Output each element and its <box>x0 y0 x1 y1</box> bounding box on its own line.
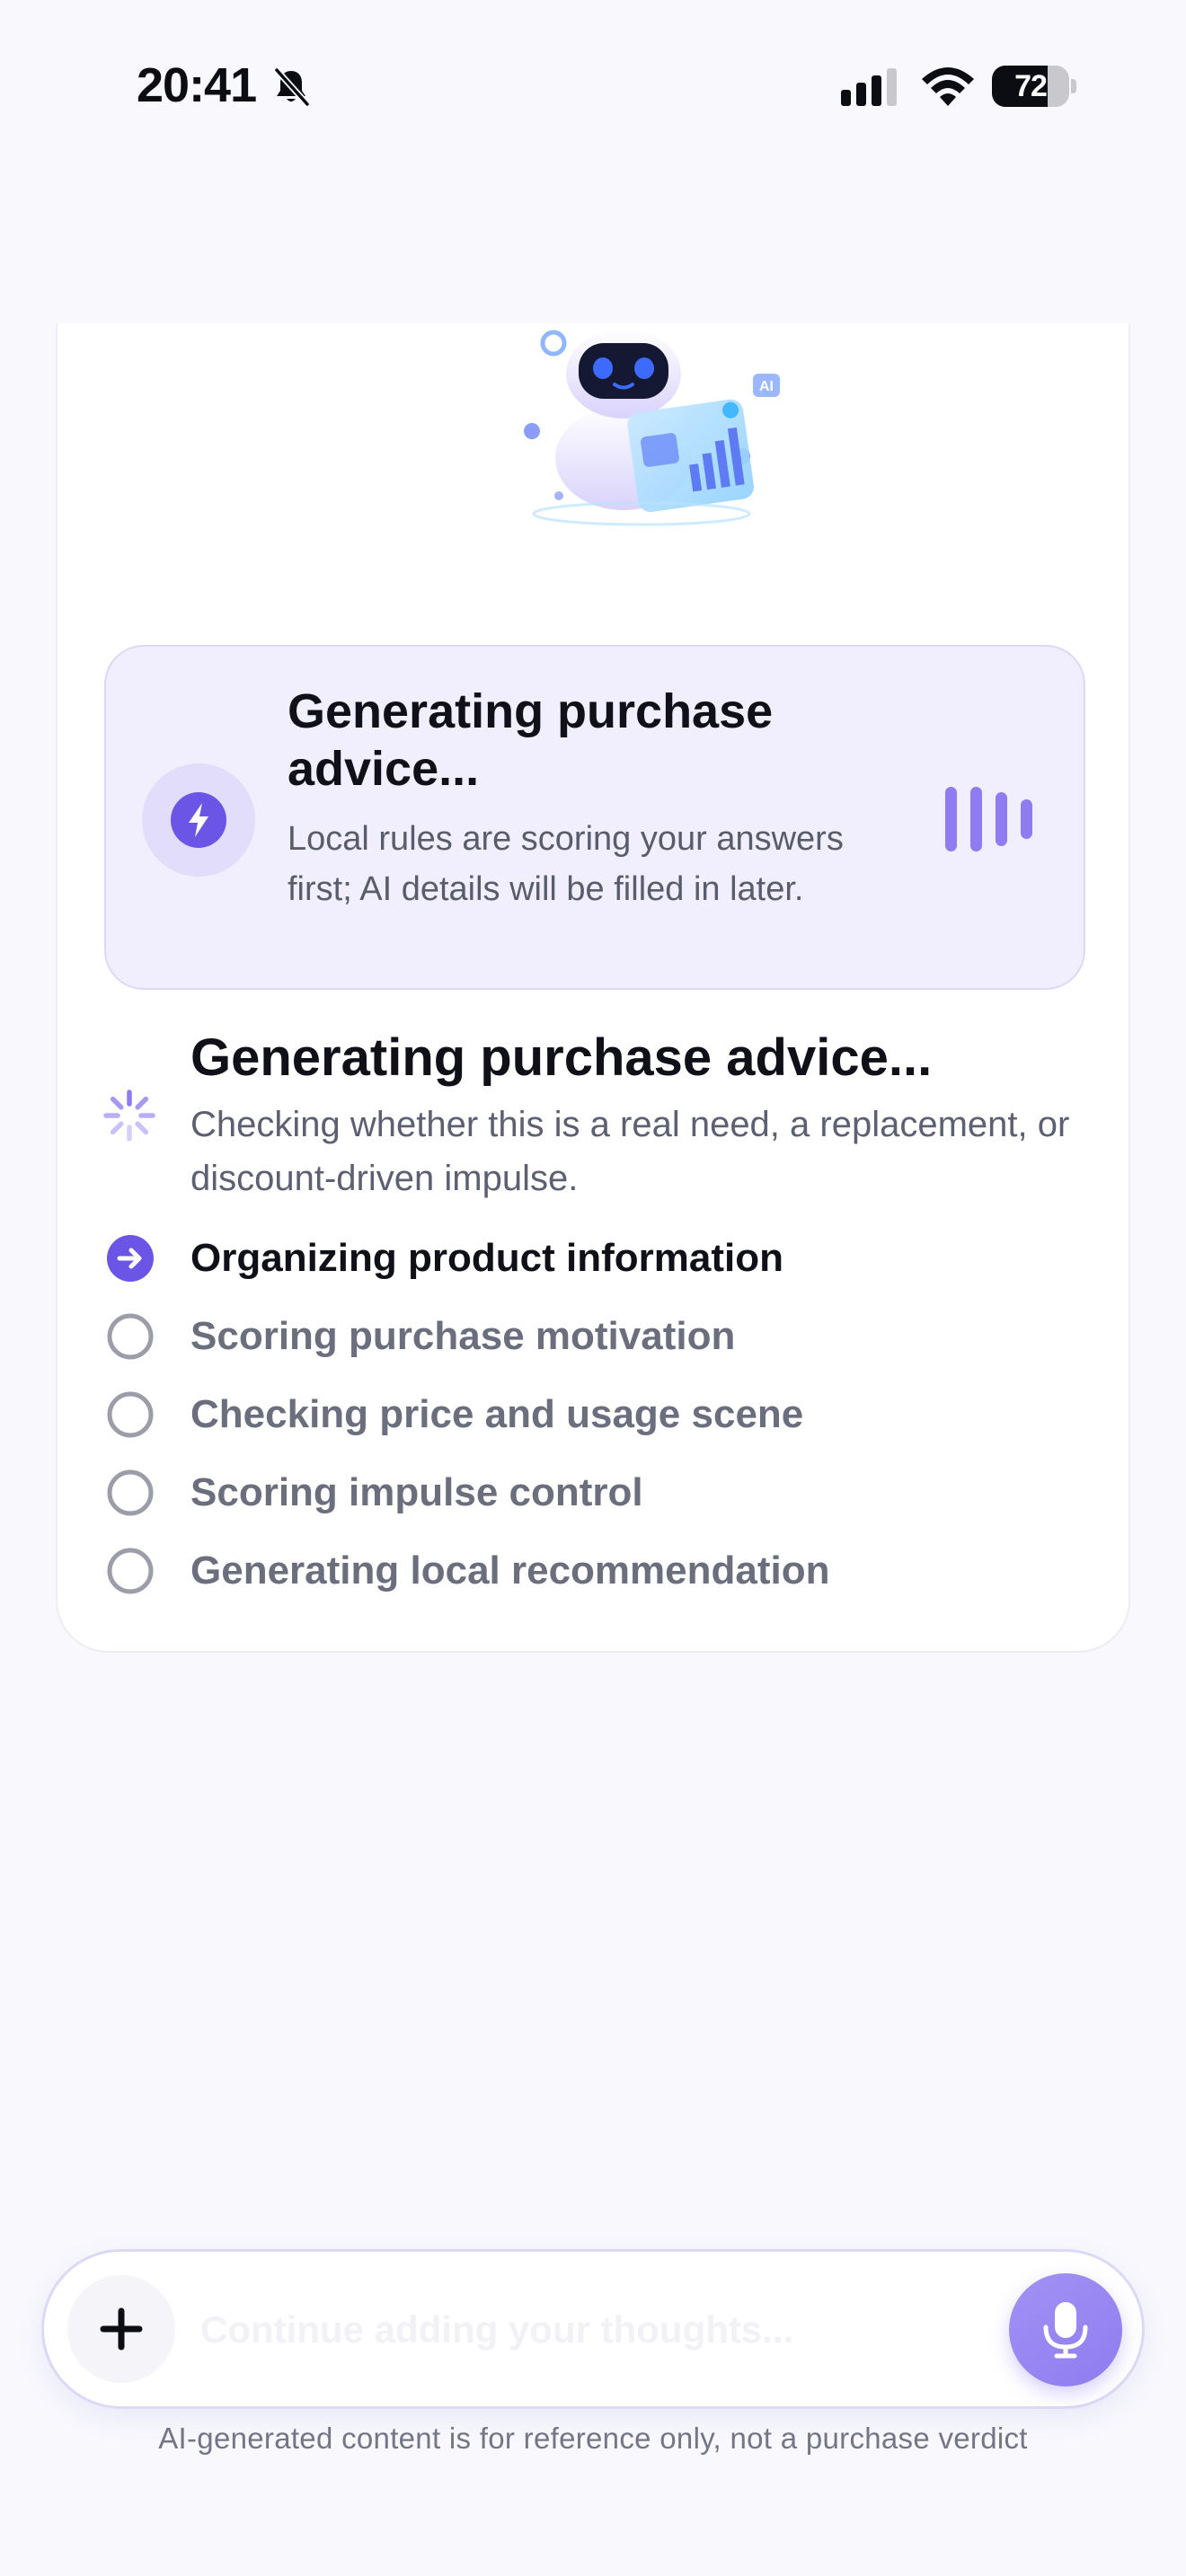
generating-status-banner: Generating purchase advice... Local rule… <box>104 645 1085 990</box>
generating-title: Generating purchase advice... <box>288 684 774 796</box>
empty-circle-icon <box>107 1313 154 1360</box>
robot-mascot-illustration: AI <box>524 329 780 526</box>
generating-subtitle: Local rules are scoring your answers fir… <box>288 820 844 908</box>
empty-circle-icon <box>107 1469 154 1516</box>
add-attachment-button[interactable] <box>67 2275 175 2383</box>
cellular-signal-icon <box>841 68 897 106</box>
status-time: 20:41 <box>137 58 257 112</box>
mascot-ai-badge: AI <box>759 379 774 394</box>
progress-steps-list: Organizing product information Scoring p… <box>106 1222 1094 1612</box>
microphone-icon <box>1043 2302 1088 2359</box>
progress-step-active: Organizing product information <box>106 1222 1094 1300</box>
empty-circle-icon <box>107 1548 154 1594</box>
ai-disclaimer: AI-generated content is for reference on… <box>158 2422 1028 2455</box>
purchase-analysis-card: AI Generating purchase advice... Local r… <box>56 323 1130 1653</box>
wifi-icon <box>922 67 974 106</box>
lightning-bolt-icon <box>142 763 255 877</box>
status-bar: 20:41 72 <box>0 0 1186 171</box>
loading-spinner-icon <box>103 1090 155 1142</box>
progress-section-subtitle: Checking whether this is a real need, a … <box>190 1105 1070 1198</box>
step-label: Scoring purchase motivation <box>190 1314 736 1358</box>
step-label: Scoring impulse control <box>190 1470 643 1514</box>
step-label: Generating local recommendation <box>190 1548 830 1592</box>
message-composer <box>41 2249 1145 2409</box>
battery-percent: 72 <box>1014 69 1048 103</box>
progress-step-pending: Checking price and usage scene <box>106 1378 1094 1456</box>
progress-step-pending: Generating local recommendation <box>106 1534 1094 1612</box>
battery-icon: 72 <box>992 66 1076 107</box>
progress-step-pending: Scoring purchase motivation <box>106 1300 1094 1378</box>
progress-step-pending: Scoring impulse control <box>106 1456 1094 1534</box>
empty-circle-icon <box>107 1391 154 1438</box>
progress-section-title: Generating purchase advice... <box>190 1028 933 1087</box>
plus-icon <box>100 2307 143 2351</box>
arrow-right-circle-icon <box>107 1235 154 1282</box>
audio-wave-icon <box>945 787 1032 851</box>
app-screen: 20:41 72 AI Generating purchase advice..… <box>0 0 1186 2576</box>
step-label: Checking price and usage scene <box>190 1392 804 1436</box>
bell-slash-icon <box>273 66 311 108</box>
thoughts-input[interactable] <box>200 2291 937 2369</box>
step-label: Organizing product information <box>190 1236 783 1280</box>
voice-input-button[interactable] <box>1009 2273 1122 2386</box>
